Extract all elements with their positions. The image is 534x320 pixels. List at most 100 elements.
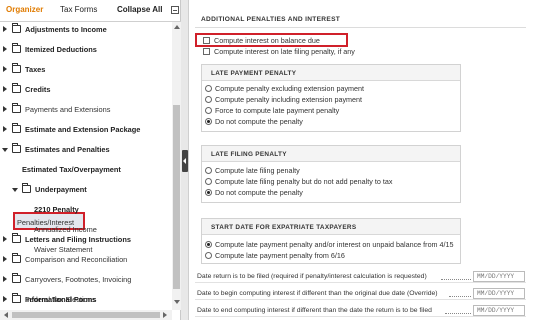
expatriate-start-date-title: START DATE FOR EXPATRIATE TAXPAYERS: [211, 224, 357, 231]
compute-interest-late-filing-checkbox[interactable]: [203, 48, 210, 55]
tree-item-estimated-tax-overpayment[interactable]: Estimated Tax/Overpayment: [0, 160, 172, 180]
tree-item-label: Letters and Filing Instructions: [25, 235, 131, 244]
chevron-right-icon[interactable]: [3, 276, 7, 282]
folder-icon: [12, 83, 21, 93]
lp-option-label: Compute penalty including extension paym…: [215, 95, 363, 104]
lp-option-label: Force to compute late payment penalty: [215, 106, 340, 115]
collapse-all-button[interactable]: Collapse All: [117, 5, 163, 14]
chevron-right-icon[interactable]: [3, 26, 7, 32]
late-filing-penalty-group: LATE FILING PENALTY Compute late filing …: [201, 145, 461, 203]
tree-item-informational-forms[interactable]: Informational Forms: [0, 290, 172, 310]
chevron-right-icon[interactable]: [3, 256, 7, 262]
folder-icon: [12, 123, 21, 133]
date-end-interest-input[interactable]: [473, 305, 525, 316]
scroll-up-icon[interactable]: [174, 25, 180, 29]
lp-option-label: Compute penalty excluding extension paym…: [215, 84, 365, 93]
section-divider: [195, 27, 526, 28]
lp-option-label: Do not compute the penalty: [215, 117, 303, 126]
folder-icon: [12, 253, 21, 263]
date-begin-interest-label: Date to begin computing interest if diff…: [197, 290, 438, 297]
tree-item-estimates-and-penalties[interactable]: Estimates and Penalties: [0, 140, 172, 160]
chevron-down-icon[interactable]: [12, 188, 18, 192]
expat-option-label: Compute late payment penalty and/or inte…: [215, 240, 454, 249]
tree-item-label: Penalties/Interest: [17, 218, 75, 227]
collapse-icon[interactable]: [171, 6, 179, 14]
tree-item-credits[interactable]: Credits: [0, 80, 172, 100]
compute-interest-late-filing-label: Compute interest on late filing penalty,…: [214, 47, 355, 56]
tree-item-adjustments-to-income[interactable]: Adjustments to Income: [0, 22, 172, 40]
tree-item-label: Estimates and Penalties: [25, 145, 110, 154]
tree-item-carryovers-footnotes-invoicing[interactable]: Carryovers, Footnotes, Invoicing: [0, 270, 172, 290]
sidebar: Organizer Tax Forms Collapse All Adjustm…: [0, 0, 181, 320]
tree-item-label: Underpayment: [35, 185, 87, 194]
date-begin-interest-input[interactable]: [473, 288, 525, 299]
late-payment-penalty-title: LATE PAYMENT PENALTY: [211, 70, 297, 77]
date-end-interest-row: Date to end computing interest if differ…: [195, 305, 526, 317]
tree-item-letters-and-filing-instructions[interactable]: Letters and Filing Instructions: [0, 230, 172, 250]
tree-item-payments-and-extensions[interactable]: Payments and Extensions: [0, 100, 172, 120]
tree-item-label: Payments and Extensions: [25, 105, 111, 114]
expat-option-6-16-radio[interactable]: [205, 252, 212, 259]
lf-option-compute-radio[interactable]: [205, 167, 212, 174]
sidebar-header: Organizer Tax Forms Collapse All: [0, 0, 181, 22]
tree-item-label: Taxes: [25, 65, 46, 74]
tree-item-comparison-and-reconciliation[interactable]: Comparison and Reconciliation: [0, 250, 172, 270]
tree-item-itemized-deductions[interactable]: Itemized Deductions: [0, 40, 172, 60]
date-return-filed-label: Date return is to be filed (required if …: [197, 273, 427, 280]
chevron-right-icon[interactable]: [3, 66, 7, 72]
expatriate-start-date-group: START DATE FOR EXPATRIATE TAXPAYERS Comp…: [201, 218, 461, 264]
folder-icon: [12, 23, 21, 33]
tree-item-estimate-and-extension-package[interactable]: Estimate and Extension Package: [0, 120, 172, 140]
tree-item-label: Informational Forms: [25, 295, 97, 304]
chevron-right-icon[interactable]: [3, 86, 7, 92]
folder-icon: [12, 103, 21, 113]
lf-option-label: Do not compute the penalty: [215, 188, 303, 197]
chevron-down-icon[interactable]: [2, 148, 8, 152]
date-end-interest-label: Date to end computing interest if differ…: [197, 307, 432, 314]
lp-option-excluding-extension-radio[interactable]: [205, 85, 212, 92]
sidebar-horizontal-scrollbar[interactable]: [0, 310, 172, 320]
tree-item-label: Estimated Tax/Overpayment: [22, 165, 121, 174]
scroll-right-icon[interactable]: [163, 312, 167, 318]
tree-item-taxes[interactable]: Taxes: [0, 60, 172, 80]
chevron-right-icon[interactable]: [3, 106, 7, 112]
pane-splitter[interactable]: [181, 0, 189, 320]
folder-icon: [12, 63, 21, 73]
main-content: ADDITIONAL PENALTIES AND INTEREST Comput…: [189, 0, 534, 320]
lp-option-do-not-compute-radio[interactable]: [205, 118, 212, 125]
lf-option-label: Compute late filing penalty but do not a…: [215, 177, 393, 186]
chevron-right-icon[interactable]: [3, 236, 7, 242]
organizer-tree: Adjustments to Income Itemized Deduction…: [0, 22, 172, 310]
lp-option-force-compute-radio[interactable]: [205, 107, 212, 114]
folder-icon: [22, 183, 31, 193]
tree-item-label: Comparison and Reconciliation: [25, 255, 128, 264]
tree-item-label: Itemized Deductions: [25, 45, 97, 54]
leader-dots: [441, 279, 471, 280]
collapse-panel-icon[interactable]: [182, 150, 188, 172]
compute-interest-balance-due-checkbox[interactable]: [203, 37, 210, 44]
lp-option-including-extension-radio[interactable]: [205, 96, 212, 103]
tab-tax-forms[interactable]: Tax Forms: [60, 5, 97, 14]
folder-icon: [12, 293, 21, 303]
scroll-down-icon[interactable]: [174, 300, 180, 304]
tree-item-label: Adjustments to Income: [25, 25, 107, 34]
sidebar-vertical-scrollbar[interactable]: [172, 22, 181, 310]
lf-option-label: Compute late filing penalty: [215, 166, 300, 175]
tab-organizer[interactable]: Organizer: [6, 5, 43, 14]
tree-item-label: Credits: [25, 85, 51, 94]
chevron-right-icon[interactable]: [3, 296, 7, 302]
scroll-left-icon[interactable]: [4, 312, 8, 318]
lf-option-do-not-compute-radio[interactable]: [205, 189, 212, 196]
tree-item-underpayment[interactable]: Underpayment: [0, 180, 172, 200]
chevron-right-icon[interactable]: [3, 126, 7, 132]
chevron-right-icon[interactable]: [3, 46, 7, 52]
lf-option-compute-not-add-radio[interactable]: [205, 178, 212, 185]
scroll-hthumb[interactable]: [12, 312, 160, 318]
scroll-thumb[interactable]: [173, 105, 180, 289]
expat-option-4-15-radio[interactable]: [205, 241, 212, 248]
folder-icon: [12, 143, 21, 153]
folder-icon: [12, 273, 21, 283]
date-return-filed-row: Date return is to be filed (required if …: [195, 271, 526, 283]
folder-icon: [12, 233, 21, 243]
date-return-filed-input[interactable]: [473, 271, 525, 282]
